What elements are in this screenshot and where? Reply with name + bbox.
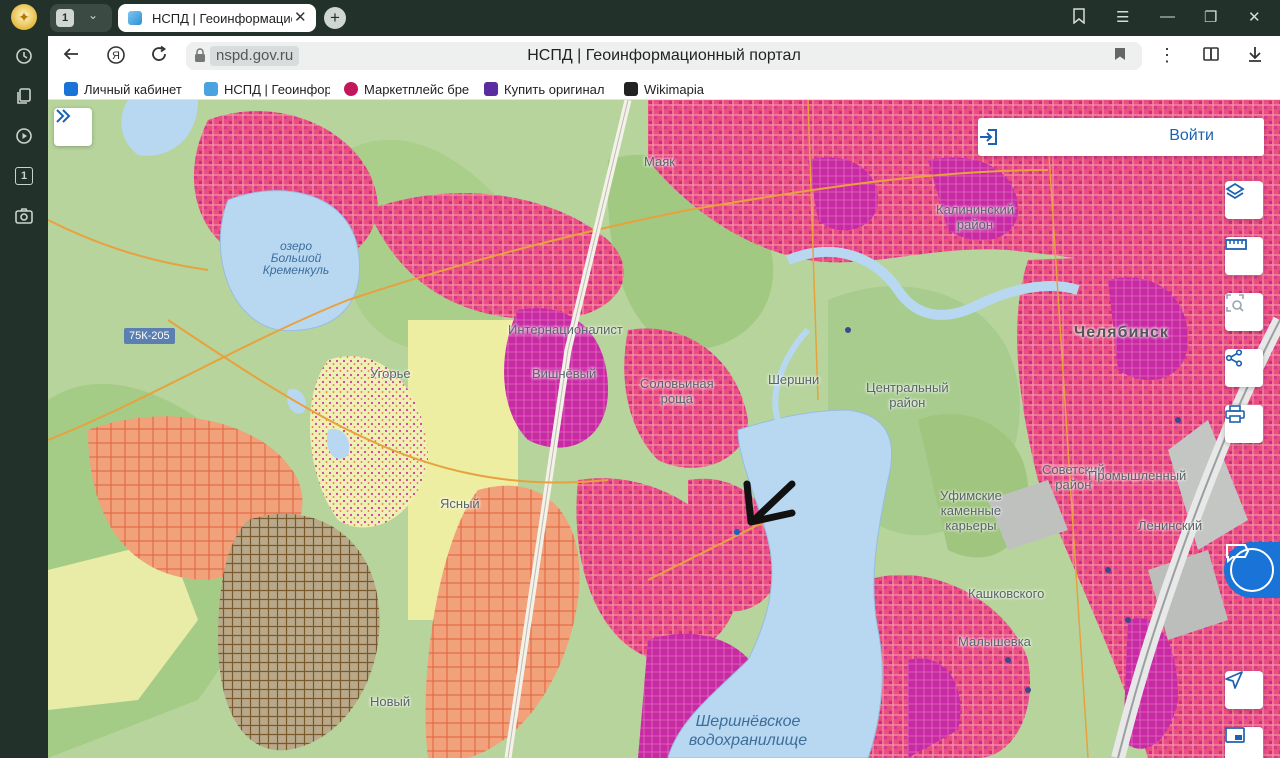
bookmark-label: Личный кабинет: [84, 81, 182, 97]
bookmarks-bar: Личный кабинет НСПД | Геоинфор Маркетпле…: [48, 76, 1280, 100]
bookmarks-panel-icon[interactable]: [1072, 8, 1086, 28]
extensions-icon[interactable]: [1202, 45, 1220, 68]
address-bar[interactable]: nspd.gov.ru НСПД | Геоинформационный пор…: [186, 42, 1142, 70]
map-label-vishnevy: Вишнёвый: [532, 366, 597, 381]
close-tab-icon[interactable]: ✕: [294, 8, 307, 26]
share-button[interactable]: [1225, 349, 1263, 387]
tab-bar: 1 ⌄ НСПД | Геоинформационный портал ✕ + …: [48, 0, 1280, 36]
bookmark-favicon-icon: [204, 82, 218, 96]
bookmark-label: Маркетплейс бре: [364, 81, 470, 97]
map-label-internatsionalist: Интернационалист: [508, 322, 623, 337]
download-icon[interactable]: [1246, 45, 1264, 68]
address-toolbar: Я nspd.gov.ru НСПД | Геоинформационный п…: [48, 36, 1280, 76]
map-viewport[interactable]: озеро Большой Кременкуль Шершнёвское вод…: [48, 100, 1280, 758]
back-arrow-icon[interactable]: [62, 45, 80, 68]
bookmark-label: Wikimapia: [644, 81, 704, 97]
navigation-arrow-icon: [1225, 671, 1243, 689]
cadastral-map-canvas[interactable]: [48, 100, 1280, 758]
map-label-mayak: Маяк: [644, 154, 675, 169]
bookmark-wikimapia[interactable]: Wikimapia: [624, 80, 734, 98]
menu-icon[interactable]: ☰: [1116, 8, 1129, 26]
tab-group-button[interactable]: 1 ⌄: [50, 4, 112, 32]
active-tab[interactable]: НСПД | Геоинформационный портал ✕: [118, 4, 316, 32]
minimap-button[interactable]: [1225, 727, 1263, 758]
bookmark-label: Купить оригинал: [504, 81, 605, 97]
yandex-logo-icon[interactable]: ✦: [11, 4, 37, 30]
ruler-icon: [1225, 239, 1247, 250]
map-label-malyshevka: Малышевка: [958, 634, 1031, 649]
layers-button[interactable]: [1225, 181, 1263, 219]
share-icon: [1225, 349, 1243, 367]
collections-icon[interactable]: [10, 82, 38, 110]
new-tab-button[interactable]: +: [324, 7, 346, 29]
map-label-yasny: Ясный: [440, 496, 480, 511]
tab-title: НСПД | Геоинформационный портал: [152, 11, 292, 26]
map-label-solovinaya: Соловьиная роща: [640, 376, 714, 406]
video-play-icon[interactable]: [10, 122, 38, 150]
tab-counter-icon[interactable]: 1: [10, 162, 38, 190]
login-label: Войти: [1169, 127, 1214, 144]
tab-group-count: 1: [56, 9, 74, 27]
bookmark-favicon-icon: [344, 82, 358, 96]
double-chevron-right-icon: [56, 109, 71, 123]
login-arrow-icon: [980, 129, 997, 145]
sidebar-counter: 1: [15, 167, 33, 185]
browser-sidebar: ✦ 1: [0, 0, 48, 758]
printer-icon: [1225, 405, 1245, 423]
history-icon[interactable]: [10, 42, 38, 70]
svg-text:Я: Я: [112, 50, 120, 62]
ruler-button[interactable]: [1225, 237, 1263, 275]
map-label-ufimskie: Уфимские каменные карьеры: [940, 488, 1002, 533]
bookmark-favicon-icon: [484, 82, 498, 96]
chevron-down-icon: ⌄: [88, 8, 99, 22]
bookmark-favicon-icon: [64, 82, 78, 96]
map-label-leninsky: Ленинский: [1138, 518, 1203, 533]
page-title-display: НСПД | Геоинформационный портал: [527, 47, 801, 64]
map-label-kashkovskogo: Кашковского: [968, 586, 1045, 601]
reload-icon[interactable]: [150, 45, 168, 68]
login-button[interactable]: Войти: [978, 118, 1264, 156]
restore-icon[interactable]: ❐: [1204, 8, 1217, 26]
expand-panel-button[interactable]: [54, 108, 92, 146]
bookmark-lichny-kabinet[interactable]: Личный кабинет: [64, 80, 188, 98]
bookmark-favicon-icon: [624, 82, 638, 96]
print-button[interactable]: [1225, 405, 1263, 443]
yandex-search-icon[interactable]: Я: [106, 45, 126, 70]
geolocate-button[interactable]: [1225, 671, 1263, 709]
bookmark-nspd[interactable]: НСПД | Геоинфор: [204, 80, 330, 98]
close-window-icon[interactable]: ✕: [1248, 8, 1261, 26]
map-label-central-district: Центральный район: [866, 380, 949, 410]
map-label-promyshlenny: Промышленный: [1088, 468, 1187, 483]
layers-icon: [1225, 182, 1245, 200]
minimap-icon: [1225, 727, 1245, 743]
more-vertical-icon[interactable]: ⋮: [1158, 45, 1176, 66]
map-label-novy: Новый: [370, 694, 411, 709]
bookmark-flag-icon[interactable]: [1114, 47, 1126, 64]
bookmark-label: НСПД | Геоинфор: [224, 81, 330, 97]
map-label-ugorye: Угорье: [370, 366, 411, 381]
map-label-lake: озеро Большой Кременкуль: [262, 239, 330, 277]
minimize-icon[interactable]: —: [1160, 8, 1175, 25]
area-select-button[interactable]: [1225, 293, 1263, 331]
map-label-kalininsky: Калининский район: [936, 202, 1014, 232]
map-label-reservoir: Шершнёвское водохранилище: [688, 713, 808, 749]
road-number-badge: 75К-205: [124, 328, 175, 344]
chat-support-icon: [1226, 544, 1274, 592]
map-label-shershni: Шершни: [768, 372, 820, 387]
bookmark-kupit-original[interactable]: Купить оригинал: [484, 80, 610, 98]
nspd-favicon-icon: [128, 11, 142, 25]
select-search-icon: [1226, 294, 1244, 312]
map-label-city: Челябинск: [1074, 324, 1169, 341]
support-chat-button[interactable]: [1224, 542, 1280, 598]
screenshot-camera-icon[interactable]: [10, 202, 38, 230]
bookmark-marketplace[interactable]: Маркетплейс бре: [344, 80, 470, 98]
